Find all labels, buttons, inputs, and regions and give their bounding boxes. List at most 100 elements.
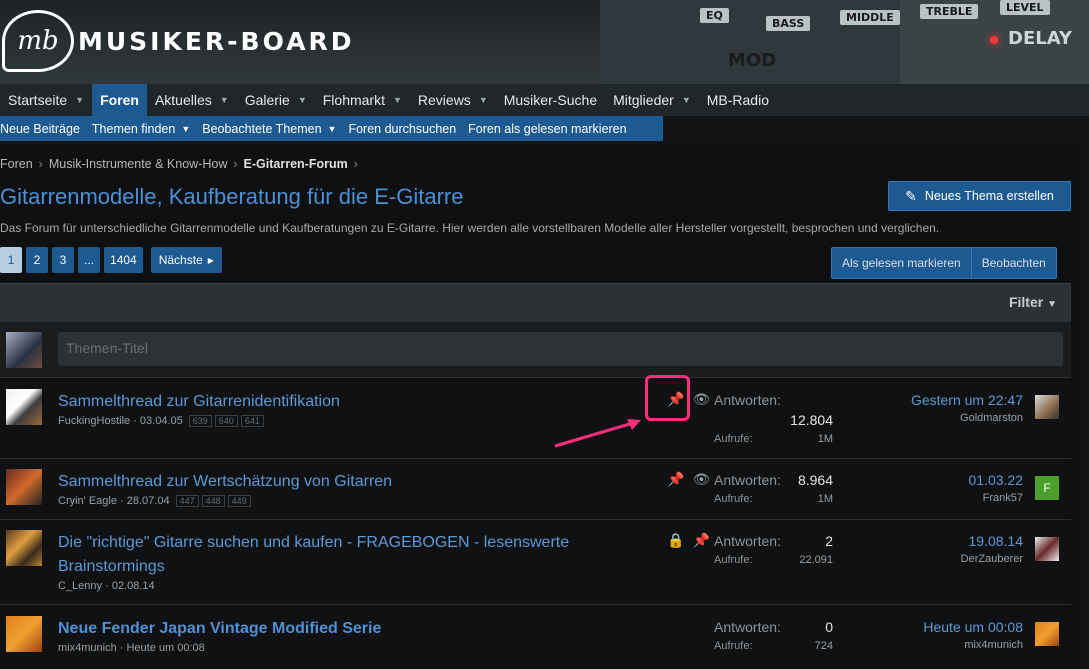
caret-down-icon[interactable]: ▼ [75,95,84,105]
last-post-user[interactable]: DerZauberer [961,553,1023,565]
thread-title[interactable]: Neue Fender Japan Vintage Modified Serie [58,620,381,638]
filter-button[interactable]: Filter ▼ [1009,294,1057,310]
nav-flohmarkt[interactable]: Flohmarkt ▼ [315,84,410,116]
nav-label: Startseite [8,92,68,108]
next-label: Nächste [158,253,203,267]
caret-down-icon[interactable]: ▼ [328,124,337,134]
last-post-user[interactable]: Frank57 [983,492,1023,504]
banner-delay-led [990,36,998,44]
thread-author[interactable]: C_Lenny [58,580,102,592]
nav-startseite[interactable]: Startseite ▼ [0,84,92,116]
subnav-beobachtete-themen[interactable]: Beobachtete Themen ▼ [196,122,342,136]
last-post-date[interactable]: Heute um 00:08 [923,619,1023,635]
chevron-right-icon: › [353,157,358,171]
site-logo[interactable]: mb MUSIKER-BOARD [2,10,355,72]
page-link[interactable]: 449 [227,495,251,507]
subnav-label: Neue Beiträge [0,121,80,136]
caret-down-icon[interactable]: ▼ [181,124,190,134]
subnav-label: Foren als gelesen markieren [468,121,627,136]
thread-title-input[interactable]: Themen-Titel [58,332,1063,366]
thread-date: 28.07.04 [126,495,170,507]
logo-text: MUSIKER-BOARD [78,26,355,56]
nav-galerie[interactable]: Galerie ▼ [237,84,315,116]
thread-row: Die "richtige" Gitarre suchen und kaufen… [0,521,1071,605]
forum-description: Das Forum für unterschiedliche Gitarrenm… [0,221,940,235]
filter-bar: Filter ▼ [0,283,1071,322]
caret-down-icon[interactable]: ▼ [298,95,307,105]
page-last[interactable]: 1404 [104,247,143,273]
thread-meta: Cryin' Eagle · 28.07.04 447 448 449 [58,495,251,507]
thread-date: 03.04.05 [139,415,183,427]
page-link[interactable]: 447 [175,495,199,507]
last-poster-avatar[interactable] [1035,537,1059,561]
breadcrumb-e-gitarren[interactable]: E-Gitarren-Forum [244,157,348,171]
thread-meta: C_Lenny · 02.08.14 [58,580,155,592]
subnav-foren-gelesen[interactable]: Foren als gelesen markieren [462,122,632,136]
last-poster-avatar[interactable] [1035,395,1059,419]
nav-reviews[interactable]: Reviews ▼ [410,84,496,116]
avatar[interactable] [6,332,42,368]
nav-label: Galerie [244,92,290,108]
last-post-date[interactable]: Gestern um 22:47 [911,392,1023,408]
lock-icon: 🔒 [667,533,685,549]
page-link[interactable]: 448 [201,495,225,507]
avatar[interactable] [6,469,42,505]
next-page-button[interactable]: Nächste ▶ [150,247,222,273]
avatar[interactable] [6,616,42,652]
breadcrumb-musik-instrumente[interactable]: Musik-Instrumente & Know-How [49,157,228,171]
thread-title[interactable]: Die "richtige" Gitarre suchen und kaufen… [58,534,569,552]
caret-down-icon[interactable]: ▼ [220,95,229,105]
new-thread-label: Neues Thema erstellen [924,189,1054,203]
last-post-date[interactable]: 01.03.22 [969,472,1024,488]
nav-aktuelles[interactable]: Aktuelles ▼ [147,84,237,116]
thread-title[interactable]: Sammelthread zur Gitarrenidentifikation [58,393,340,411]
thread-title[interactable]: Sammelthread zur Wertschätzung von Gitar… [58,473,392,491]
subnav-neue-beitraege[interactable]: Neue Beiträge [0,122,86,136]
avatar[interactable] [6,530,42,566]
mark-read-button[interactable]: Als gelesen markieren [832,248,971,278]
thread-author[interactable]: FuckingHostile [58,415,130,427]
page-title: Gitarrenmodelle, Kaufberatung für die E-… [0,184,464,209]
nav-label: Aktuelles [154,92,212,108]
page-3[interactable]: 3 [52,247,74,273]
page-link[interactable]: 640 [214,415,238,427]
thread-author[interactable]: mix4munich [58,642,117,654]
breadcrumb-foren[interactable]: Foren [0,157,33,171]
last-post-date[interactable]: 19.08.14 [969,533,1024,549]
page-2[interactable]: 2 [26,247,48,273]
views-label: Aufrufe: [714,433,753,445]
last-post-user[interactable]: Goldmarston [960,412,1023,424]
page-link[interactable]: 641 [240,415,264,427]
last-poster-avatar[interactable]: F [1035,476,1059,500]
caret-down-icon[interactable]: ▼ [682,95,691,105]
avatar[interactable] [6,389,42,425]
caret-right-icon: ▶ [207,255,214,265]
new-thread-button[interactable]: ✎ Neues Thema erstellen [888,181,1071,211]
replies-label: Antworten: [714,533,781,549]
nav-foren[interactable]: Foren [92,84,147,116]
subnav-themen-finden[interactable]: Themen finden ▼ [86,122,196,136]
last-poster-avatar[interactable] [1035,622,1059,646]
page-link[interactable]: 639 [188,415,212,427]
nav-musiker-suche[interactable]: Musiker-Suche [496,84,605,116]
thread-meta: FuckingHostile · 03.04.05 639 640 641 [58,415,264,427]
main-nav: Startseite ▼ Foren Aktuelles ▼ Galerie ▼ Fl… [0,84,1089,116]
page-1[interactable]: 1 [0,247,22,273]
views-count: 724 [814,640,833,652]
watch-button[interactable]: Beobachten [970,248,1056,278]
nav-mitglieder[interactable]: Mitglieder ▼ [605,84,699,116]
subnav-foren-durchsuchen[interactable]: Foren durchsuchen [342,122,462,136]
last-post-user[interactable]: mix4munich [964,639,1023,651]
thread-date: 02.08.14 [111,580,155,592]
nav-mb-radio[interactable]: MB-Radio [699,84,777,116]
thread-author[interactable]: Cryin' Eagle [58,495,117,507]
caret-down-icon[interactable]: ▼ [393,95,402,105]
banner-delay-label: DELAY [1008,28,1072,49]
thread-title-continued[interactable]: Brainstormings [58,558,165,576]
thread-meta: mix4munich · Heute um 00:08 [58,642,205,654]
eye-icon: 👁 [692,472,711,488]
page-ellipsis[interactable]: ... [78,247,101,273]
subnav-label: Themen finden [91,121,176,136]
caret-down-icon[interactable]: ▼ [479,95,488,105]
replies-count: 2 [825,533,833,549]
